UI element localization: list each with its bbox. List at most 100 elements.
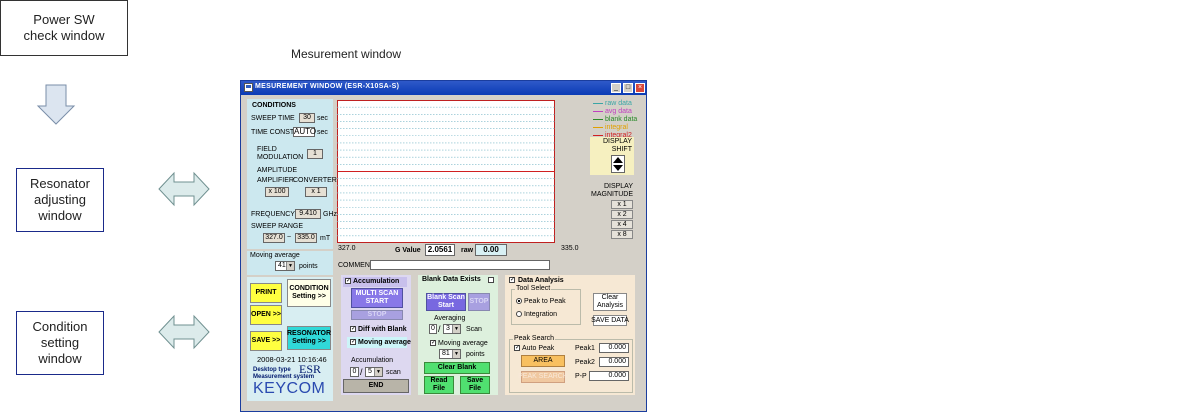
measurement-window-caption: Mesurement window bbox=[291, 47, 402, 61]
resonator-setting-button[interactable]: RESONATOR Setting >> bbox=[287, 326, 331, 350]
accumulation-count-label: Accumulation bbox=[351, 357, 394, 364]
peak-search-button[interactable]: PEAK SEARCH bbox=[518, 371, 568, 383]
legend: raw data avg data blank data integral integr… bbox=[593, 100, 643, 140]
legend-swatch bbox=[593, 102, 603, 104]
tool-select-group bbox=[511, 289, 581, 325]
peak-search-label: Peak Search bbox=[513, 335, 556, 342]
clear-blank-button[interactable]: Clear Blank bbox=[424, 362, 490, 374]
accumulation-stop-button[interactable]: STOP bbox=[351, 310, 403, 320]
diff-blank-checkbox[interactable]: ✓ bbox=[350, 326, 356, 332]
end-button[interactable]: END bbox=[343, 379, 409, 393]
close-button[interactable]: × bbox=[635, 83, 645, 93]
blank-moving-avg-select[interactable]: 81 ▼ bbox=[439, 349, 461, 359]
save-button[interactable]: SAVE >> bbox=[250, 331, 282, 351]
legend-swatch bbox=[593, 126, 603, 128]
sweep-time-label: SWEEP TIME bbox=[251, 115, 295, 122]
magnitude-button[interactable]: x 4 bbox=[611, 220, 633, 229]
x-min-label: 327.0 bbox=[338, 245, 356, 252]
blank-stop-button[interactable]: STOP bbox=[468, 293, 490, 311]
peak-to-peak-radio[interactable] bbox=[516, 298, 522, 304]
multi-scan-start-button[interactable]: MULTI SCAN START bbox=[351, 288, 403, 308]
clear-analysis-button[interactable]: Clear Analysis bbox=[593, 293, 627, 311]
peak1-label: Peak1 bbox=[575, 345, 595, 352]
double-arrow-icon bbox=[158, 314, 210, 350]
frequency-label: FREQUENCY bbox=[251, 211, 295, 218]
measurement-window: MESUREMENT WINDOW (ESR-X10SA-S) _ □ × CO… bbox=[240, 80, 647, 412]
blank-data-exists-checkbox[interactable] bbox=[488, 277, 494, 283]
accumulation-header: Accumulation bbox=[353, 278, 400, 285]
print-button[interactable]: PRINT bbox=[250, 283, 282, 303]
amplifier-value[interactable]: x 100 bbox=[265, 187, 289, 197]
legend-item: blank data bbox=[593, 116, 643, 124]
raw-value: 0.00 bbox=[475, 244, 507, 256]
save-data-button[interactable]: SAVE DATA bbox=[591, 315, 629, 326]
averaging-label: Averaging bbox=[434, 315, 466, 322]
resonator-label: Resonator adjusting window bbox=[30, 176, 90, 223]
moving-avg-unit: points bbox=[299, 263, 318, 270]
integration-radio[interactable] bbox=[516, 311, 522, 317]
magnitude-button[interactable]: x 2 bbox=[611, 210, 633, 219]
legend-swatch bbox=[593, 110, 603, 112]
averaging-slash: / bbox=[438, 324, 441, 334]
raw-label: raw bbox=[461, 247, 474, 254]
display-shift-label: DISPLAY SHIFT bbox=[602, 138, 632, 153]
magnitude-buttons: x 1x 2x 4x 8 bbox=[611, 200, 633, 240]
legend-label: integral bbox=[605, 124, 628, 131]
accumulation-checkbox[interactable]: ✓ bbox=[345, 278, 351, 284]
keycom-logo: KEYCOM bbox=[253, 380, 326, 397]
sweep-to-value[interactable]: 335.0 bbox=[295, 233, 317, 243]
blank-moving-average-checkbox[interactable]: ✓ bbox=[430, 340, 436, 346]
sweep-from-value[interactable]: 327.0 bbox=[263, 233, 285, 243]
chevron-down-icon: ▼ bbox=[452, 350, 460, 358]
legend-label: raw data bbox=[605, 100, 632, 107]
moving-avg-label: Moving average bbox=[250, 252, 300, 259]
field-mod-value[interactable]: 1 bbox=[307, 149, 323, 159]
area-button[interactable]: AREA bbox=[521, 355, 565, 367]
condition-setting-window-box: Condition setting window bbox=[16, 311, 104, 375]
peak-to-peak-label: Peak to Peak bbox=[524, 298, 566, 305]
auto-peak-checkbox[interactable]: ✓ bbox=[514, 345, 520, 351]
converter-value[interactable]: x 1 bbox=[305, 187, 327, 197]
read-file-button[interactable]: Read File bbox=[424, 376, 454, 394]
spectrum-chart[interactable] bbox=[337, 100, 555, 243]
data-analysis-panel: ✓ Data Analysis Tool Select Peak to Peak… bbox=[505, 275, 635, 395]
field-mod-label: FIELD bbox=[257, 146, 277, 153]
legend-swatch bbox=[593, 134, 603, 136]
down-arrow-icon bbox=[36, 84, 76, 125]
peak2-value: 0.000 bbox=[599, 357, 629, 367]
app-icon bbox=[244, 83, 253, 92]
minimize-button[interactable]: _ bbox=[611, 83, 621, 93]
frequency-value[interactable]: 9.410 bbox=[295, 209, 321, 219]
tool-select-label: Tool Select bbox=[515, 285, 552, 292]
peak2-label: Peak2 bbox=[575, 359, 595, 366]
magnitude-button[interactable]: x 1 bbox=[611, 200, 633, 209]
converter-label: CONVERTER bbox=[293, 177, 337, 184]
double-arrow-icon bbox=[158, 171, 210, 207]
display-shift-spinner[interactable] bbox=[611, 155, 625, 173]
magnitude-button[interactable]: x 8 bbox=[611, 230, 633, 239]
data-analysis-checkbox[interactable]: ✓ bbox=[509, 277, 515, 283]
legend-label: avg data bbox=[605, 108, 632, 115]
sweep-range-label: SWEEP RANGE bbox=[251, 223, 303, 230]
field-mod-label2: MODULATION bbox=[257, 154, 304, 161]
averaging-total-select[interactable]: 3 ▼ bbox=[443, 324, 461, 334]
comment-input[interactable] bbox=[370, 260, 550, 270]
time-const-value[interactable]: AUTO bbox=[293, 127, 316, 137]
accumulation-panel: ✓ Accumulation MULTI SCAN START STOP ✓ D… bbox=[341, 275, 411, 395]
sweep-time-value[interactable]: 30 bbox=[299, 113, 315, 123]
accumulation-total-select[interactable]: 5 ▼ bbox=[365, 367, 383, 377]
open-button[interactable]: OPEN >> bbox=[250, 305, 282, 325]
condition-setting-button[interactable]: CONDITION Setting >> bbox=[287, 279, 331, 307]
blank-scan-start-button[interactable]: Blank Scan Start bbox=[426, 293, 466, 311]
moving-avg-value: 41 bbox=[278, 262, 286, 269]
moving-average-checkbox[interactable]: ✓ bbox=[350, 339, 356, 345]
conditions-panel: CONDITIONS SWEEP TIME 30 sec TIME CONST.… bbox=[247, 99, 337, 249]
diff-blank-label: Diff with Blank bbox=[358, 326, 407, 333]
title-bar[interactable]: MESUREMENT WINDOW (ESR-X10SA-S) _ □ × bbox=[241, 81, 646, 95]
save-file-button[interactable]: Save File bbox=[460, 376, 490, 394]
moving-avg-select[interactable]: 41 ▼ bbox=[275, 261, 295, 271]
blank-moving-avg-unit: points bbox=[466, 351, 485, 358]
maximize-button[interactable]: □ bbox=[623, 83, 633, 93]
up-down-arrow-icon bbox=[613, 157, 623, 171]
chevron-down-icon: ▼ bbox=[286, 262, 294, 270]
